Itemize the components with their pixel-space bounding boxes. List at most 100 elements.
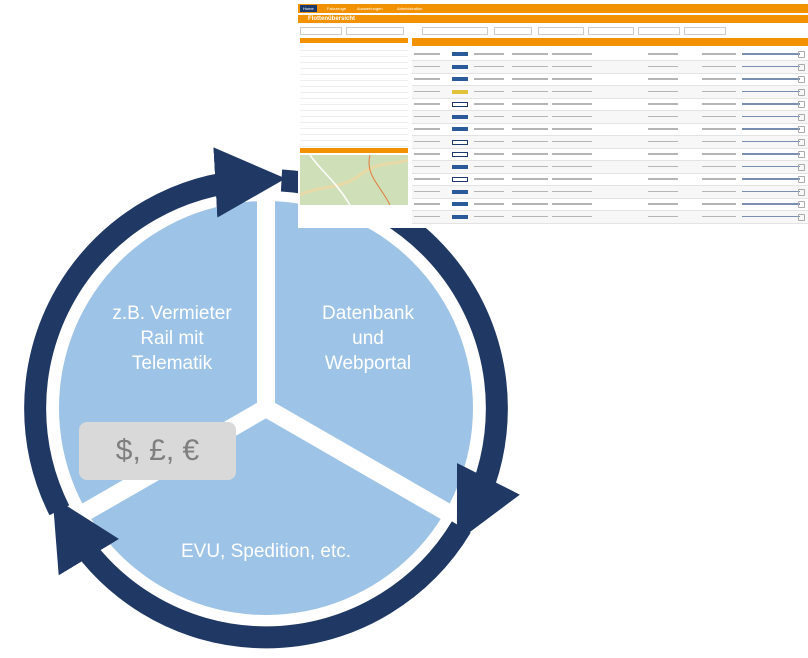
row-action-button[interactable] [798,213,805,221]
table-cell [702,53,736,55]
table-cell [552,178,592,180]
table-cell [552,90,592,92]
table-row[interactable] [412,60,808,74]
map-header [300,148,408,153]
table-cell [648,115,678,117]
wagon-icon [452,77,468,81]
table-cell [474,65,504,67]
table-cell [474,78,504,80]
table-row[interactable] [412,198,808,211]
row-action-button[interactable] [798,101,805,108]
row-action-button[interactable] [798,138,805,146]
table-cell [474,53,504,55]
table-cell [512,153,548,155]
segment-label-vermieter: z.B. Vermieter Rail mit Telematik [72,301,272,376]
table-cell [474,128,504,130]
wagon-icon [452,89,468,94]
table-cell [702,140,736,142]
filter-bar [298,25,808,35]
filter-input[interactable] [684,27,726,35]
table-row[interactable] [412,48,808,61]
table-cell [512,140,548,142]
table-cell [512,215,548,217]
table-cell [474,215,504,217]
filter-input[interactable] [494,27,532,35]
table-cell [648,140,678,142]
filter-input[interactable] [638,27,680,35]
row-action-button[interactable] [798,163,805,171]
label-line: und [352,328,384,349]
wagon-icon [452,152,468,157]
location-map[interactable] [300,155,408,205]
table-row[interactable] [412,210,808,224]
wagon-icon [452,189,468,194]
table-cell [648,128,678,130]
table-cell [702,78,736,80]
wagon-icon [452,164,468,169]
filter-input[interactable] [422,27,488,35]
vehicle-detail-panel [298,38,410,228]
table-row[interactable] [412,73,808,86]
nav-administration[interactable]: Administration [394,5,425,12]
table-cell [474,165,504,167]
nav-auswertungen[interactable]: Auswertungen [354,5,386,12]
table-cell [742,65,800,67]
filter-input[interactable] [588,27,634,35]
wagon-icon [452,202,468,206]
table-cell [742,178,800,180]
row-action-button[interactable] [798,151,805,158]
table-row[interactable] [412,135,808,149]
wagon-icon [452,177,468,182]
table-cell [648,215,678,217]
portal-topbar: Home Fahrzeuge Auswertungen Administrati… [298,4,808,13]
wagon-icon [452,52,468,56]
table-cell [512,103,548,105]
label-line: Datenbank [322,303,414,324]
table-row[interactable] [412,123,808,136]
row-action-button[interactable] [798,188,805,196]
table-row[interactable] [412,148,808,161]
table-cell [702,203,736,205]
table-cell [474,203,504,205]
row-action-button[interactable] [798,113,805,121]
table-cell [552,140,592,142]
table-row[interactable] [412,173,808,186]
table-cell [552,190,592,192]
table-row[interactable] [412,98,808,111]
row-action-button[interactable] [798,201,805,208]
filter-input[interactable] [300,27,342,35]
table-cell [742,128,800,130]
table-cell [512,53,548,55]
table-row[interactable] [412,160,808,174]
table-row[interactable] [412,110,808,124]
table-cell [648,165,678,167]
table-cell [414,65,440,67]
filter-input[interactable] [346,27,404,35]
row-action-button[interactable] [798,126,805,133]
table-cell [648,203,678,205]
table-cell [702,115,736,117]
table-cell [414,178,440,180]
table-cell [512,203,548,205]
nav-fahrzeuge[interactable]: Fahrzeuge [324,5,349,12]
table-cell [702,215,736,217]
table-row[interactable] [412,85,808,99]
row-action-button[interactable] [798,51,805,58]
table-cell [742,90,800,92]
table-cell [648,103,678,105]
wagon-icon [452,114,468,119]
row-action-button[interactable] [798,88,805,96]
table-cell [414,203,440,205]
filter-input[interactable] [538,27,584,35]
row-action-button[interactable] [798,63,805,71]
row-action-button[interactable] [798,76,805,83]
nav-home[interactable]: Home [300,5,317,12]
label-line: Webportal [324,353,412,374]
row-action-button[interactable] [798,176,805,183]
table-row[interactable] [412,185,808,199]
table-cell [552,153,592,155]
table-cell [702,90,736,92]
table-cell [742,78,800,80]
table-cell [414,165,440,167]
table-cell [552,165,592,167]
